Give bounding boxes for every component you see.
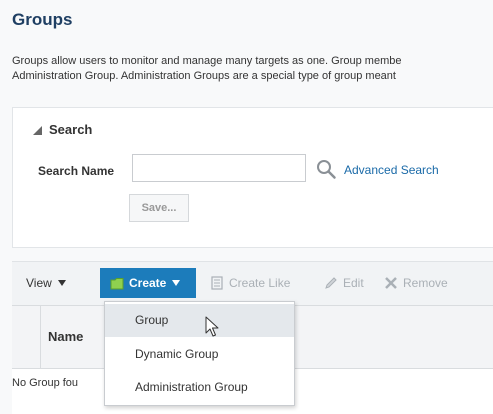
groups-toolbar: View Create Create Like Edit Remove [12, 261, 493, 305]
remove-x-icon [385, 277, 397, 289]
description-line-2: Administration Group. Administration Gro… [12, 70, 396, 82]
menu-item-dynamic-group[interactable]: Dynamic Group [105, 338, 294, 371]
chevron-down-icon [57, 280, 66, 286]
folder-icon [110, 277, 124, 289]
create-button[interactable]: Create [100, 268, 196, 298]
menu-item-administration-group[interactable]: Administration Group [105, 371, 294, 404]
create-like-label: Create Like [229, 276, 291, 290]
mouse-pointer-icon [205, 316, 219, 337]
column-header-name[interactable]: Name [48, 329, 83, 344]
edit-button[interactable]: Edit [324, 276, 364, 290]
page-title: Groups [12, 10, 73, 29]
search-header[interactable]: Search [33, 122, 92, 137]
column-divider [40, 306, 41, 368]
collapse-triangle-icon[interactable] [33, 126, 42, 135]
search-icon[interactable] [315, 158, 337, 180]
edit-label: Edit [343, 276, 364, 290]
search-heading: Search [49, 122, 93, 137]
view-menu-button[interactable]: View [26, 276, 66, 290]
remove-label: Remove [403, 276, 448, 290]
page-description: Groups allow users to monitor and manage… [12, 54, 493, 84]
search-panel: Search Search Name Advanced Search Save.… [12, 107, 493, 248]
pencil-icon [325, 277, 337, 289]
search-name-label: Search Name [38, 164, 115, 178]
advanced-search-link[interactable]: Advanced Search [344, 163, 439, 177]
chevron-down-icon [172, 280, 181, 286]
search-name-input[interactable] [132, 154, 306, 182]
empty-table-message: No Group fou [12, 377, 79, 389]
menu-item-group[interactable]: Group [105, 304, 294, 337]
copy-document-icon [211, 276, 223, 290]
save-search-button[interactable]: Save... [129, 194, 189, 222]
create-like-button[interactable]: Create Like [211, 276, 290, 290]
create-label: Create [129, 276, 167, 290]
remove-button[interactable]: Remove [384, 276, 448, 290]
description-line-1: Groups allow users to monitor and manage… [12, 55, 402, 67]
create-dropdown-menu: Group Dynamic Group Administration Group [104, 301, 295, 406]
view-label: View [26, 276, 52, 290]
